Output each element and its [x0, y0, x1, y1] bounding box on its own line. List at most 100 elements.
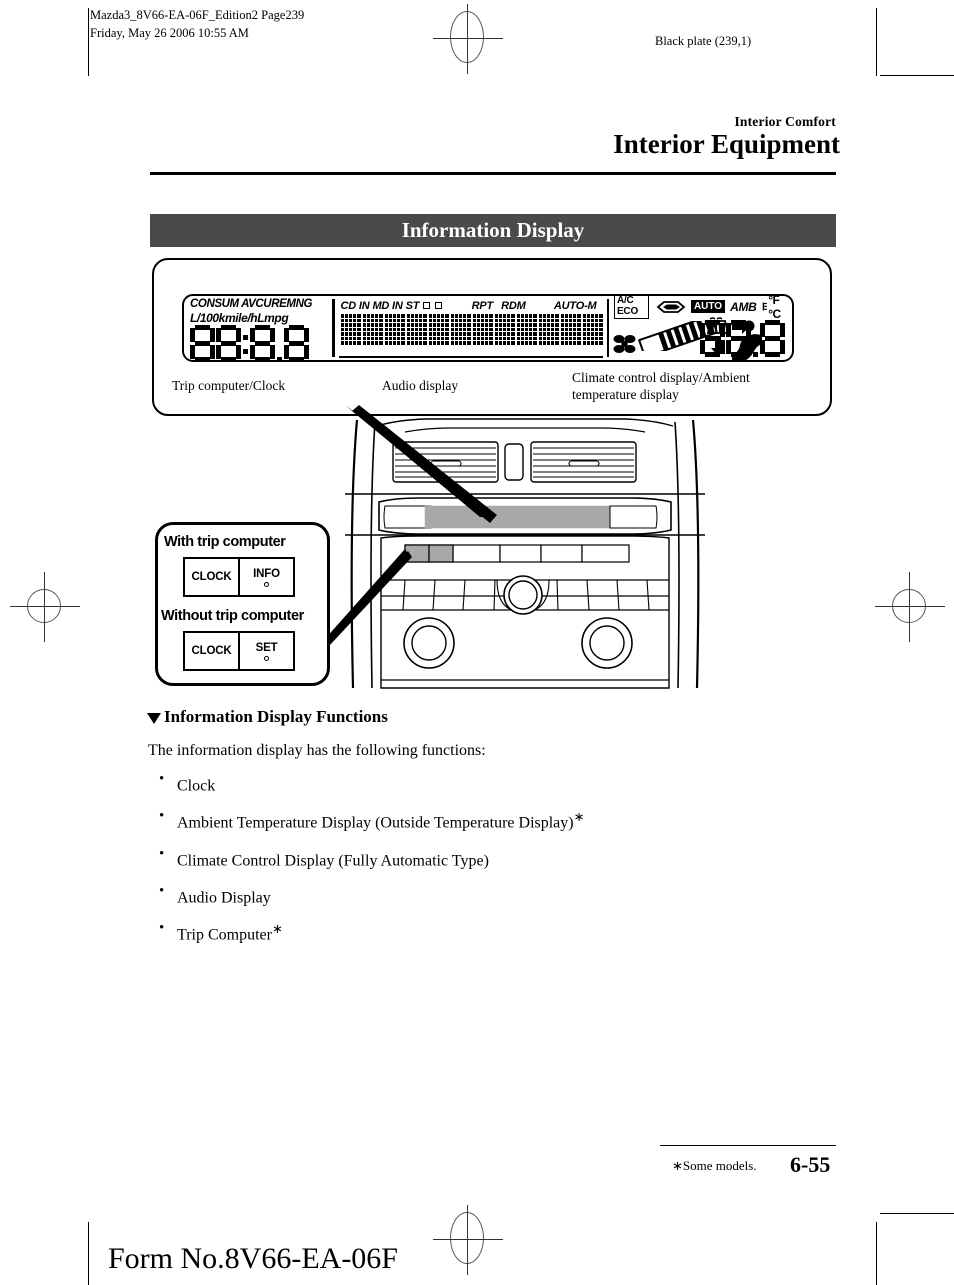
- climate-icon-area: [613, 314, 787, 362]
- print-meta-plate: Black plate (239,1): [655, 34, 752, 48]
- print-meta-file: Mazda3_8V66-EA-06F_Edition2 Page239: [90, 8, 305, 22]
- fan-icon: [613, 332, 639, 356]
- audio-baseline-bar: [338, 356, 603, 358]
- dot-matrix-cell: [582, 314, 603, 345]
- caption-climate-display: Climate control display/Ambient temperat…: [572, 370, 822, 404]
- segment-decimal-point: [276, 325, 283, 362]
- chapter-divider: [150, 172, 836, 175]
- crop-rule-left-bottom: [88, 1222, 89, 1285]
- page-number: 6-55: [790, 1152, 831, 1177]
- segment-decimal-point: [752, 320, 759, 357]
- triangle-bullet-icon: [147, 712, 161, 724]
- list-item: Climate Control Display (Fully Automatic…: [155, 846, 585, 870]
- lcd-zone-audio: CD IN MD IN ST RPT RDM AUTO-M: [335, 296, 607, 360]
- section-banner-label: Information Display: [401, 218, 585, 242]
- intro-paragraph: The information display has the followin…: [148, 742, 486, 759]
- dot-matrix-cell: [538, 314, 559, 345]
- audio-indicator-row: CD IN MD IN ST RPT RDM AUTO-M: [341, 299, 603, 312]
- caption-climate-line2: temperature display: [572, 386, 679, 402]
- dot-matrix-cell: [406, 314, 427, 345]
- registration-mark-top: [433, 4, 503, 74]
- dot-matrix-cell: [384, 314, 405, 345]
- lcd-zone-climate: A/C ECO AUTO AMB °F °C: [609, 293, 792, 362]
- caption-audio-display: Audio display: [382, 378, 459, 393]
- form-number: Form No.8V66-EA-06F: [108, 1242, 398, 1275]
- registration-mark-left: [10, 572, 80, 642]
- lcd-zone-trip-computer: CONSUM AVCUREMNG L/100kmile/hLmpg: [184, 296, 332, 362]
- dot-matrix-cell: [340, 314, 361, 345]
- audio-indicator-rpt: RPT: [471, 299, 494, 312]
- crop-rule-top-right: [880, 75, 954, 76]
- segment-digit: [250, 324, 275, 362]
- without-trip-computer-buttons: CLOCK SET: [183, 631, 295, 671]
- dot-matrix-cell: [516, 314, 537, 345]
- list-item-text: Climate Control Display (Fully Automatic…: [177, 851, 489, 869]
- set-button-label: SET: [255, 641, 278, 654]
- recirculation-car-icon: [654, 300, 686, 314]
- registration-mark-right: [875, 572, 945, 642]
- segment-digit: [760, 320, 786, 357]
- caption-trip-computer: Trip computer/Clock: [172, 378, 286, 393]
- segment-colon: [242, 325, 249, 362]
- crop-rule-bottom-right: [880, 1213, 954, 1214]
- crop-rule-right-bottom: [876, 1222, 877, 1285]
- list-item: Clock: [155, 771, 585, 795]
- with-trip-computer-buttons: CLOCK INFO: [183, 557, 295, 597]
- climate-indicator-row: A/C ECO AUTO AMB °F °C: [613, 293, 787, 321]
- audio-square-indicator-icon: [423, 302, 431, 309]
- functions-list: Clock Ambient Temperature Display (Outsi…: [155, 771, 585, 959]
- audio-dot-matrix-row: [340, 314, 603, 345]
- dot-matrix-cell: [428, 314, 449, 345]
- crop-rule-left: [88, 8, 89, 76]
- clock-button-alt[interactable]: CLOCK: [185, 633, 238, 669]
- audio-indicator-rdm: RDM: [501, 299, 526, 312]
- segment-digit: [700, 320, 726, 357]
- set-button-led-icon: [264, 655, 269, 661]
- footnote: ∗Some models.: [672, 1158, 757, 1173]
- dot-matrix-cell: [450, 314, 471, 345]
- audio-indicator-md-in: MD IN: [372, 299, 403, 312]
- segment-digit: [190, 324, 215, 362]
- climate-temp-digits: [700, 320, 786, 357]
- segment-digit: [726, 320, 752, 357]
- without-trip-computer-title: Without trip computer: [161, 608, 304, 624]
- subsection-heading: Information Display Functions: [147, 707, 388, 727]
- button-callout-box: With trip computer CLOCK INFO Without tr…: [155, 522, 330, 686]
- list-item-text: Audio Display: [177, 889, 271, 907]
- list-item-star: ∗: [271, 921, 283, 937]
- section-banner: Information Display: [150, 214, 836, 247]
- audio-indicator-st: ST: [405, 299, 420, 312]
- list-item-text: Trip Computer: [177, 926, 272, 944]
- with-trip-computer-title: With trip computer: [164, 534, 286, 550]
- trip-seven-segment-digits: [190, 324, 332, 362]
- print-meta-left: Mazda3_8V66-EA-06F_Edition2 Page239 Frid…: [90, 6, 304, 42]
- dot-matrix-cell: [494, 314, 515, 345]
- trip-indicator-row1: CONSUM AVCUREMNG: [190, 298, 313, 310]
- manual-page: Mazda3_8V66-EA-06F_Edition2 Page239 Frid…: [0, 0, 954, 1285]
- list-item-text: Clock: [177, 777, 216, 795]
- list-item-star: ∗: [573, 809, 585, 825]
- footer-divider: [660, 1145, 836, 1146]
- lcd-panel: CONSUM AVCUREMNG L/100kmile/hLmpg CD IN: [182, 293, 794, 362]
- caption-climate-line1: Climate control display/Ambient: [572, 370, 750, 385]
- dot-matrix-cell: [362, 314, 383, 345]
- dot-matrix-cell: [560, 314, 581, 345]
- audio-indicator-cd-in: CD IN: [340, 299, 370, 312]
- chapter-subtitle: Interior Comfort: [734, 114, 836, 129]
- audio-mid-indicators: RPT RDM: [472, 300, 526, 312]
- print-meta-date: Friday, May 26 2006 10:55 AM: [90, 26, 249, 41]
- info-button-label: INFO: [253, 567, 280, 580]
- list-item: Ambient Temperature Display (Outside Tem…: [155, 808, 585, 832]
- clock-button[interactable]: CLOCK: [185, 559, 238, 595]
- registration-mark-bottom: [433, 1205, 503, 1275]
- segment-digit: [216, 324, 241, 362]
- page-title: Interior Equipment: [613, 129, 840, 159]
- dot-matrix-cell: [472, 314, 493, 345]
- audio-left-indicators: CD IN MD IN ST: [341, 300, 444, 312]
- audio-square-indicator-icon: [435, 302, 443, 309]
- audio-indicator-auto-m: AUTO-M: [553, 299, 597, 312]
- list-item: Audio Display: [155, 883, 585, 907]
- set-button[interactable]: SET: [238, 633, 293, 669]
- clock-button-label: CLOCK: [191, 571, 232, 583]
- info-button[interactable]: INFO: [238, 559, 293, 595]
